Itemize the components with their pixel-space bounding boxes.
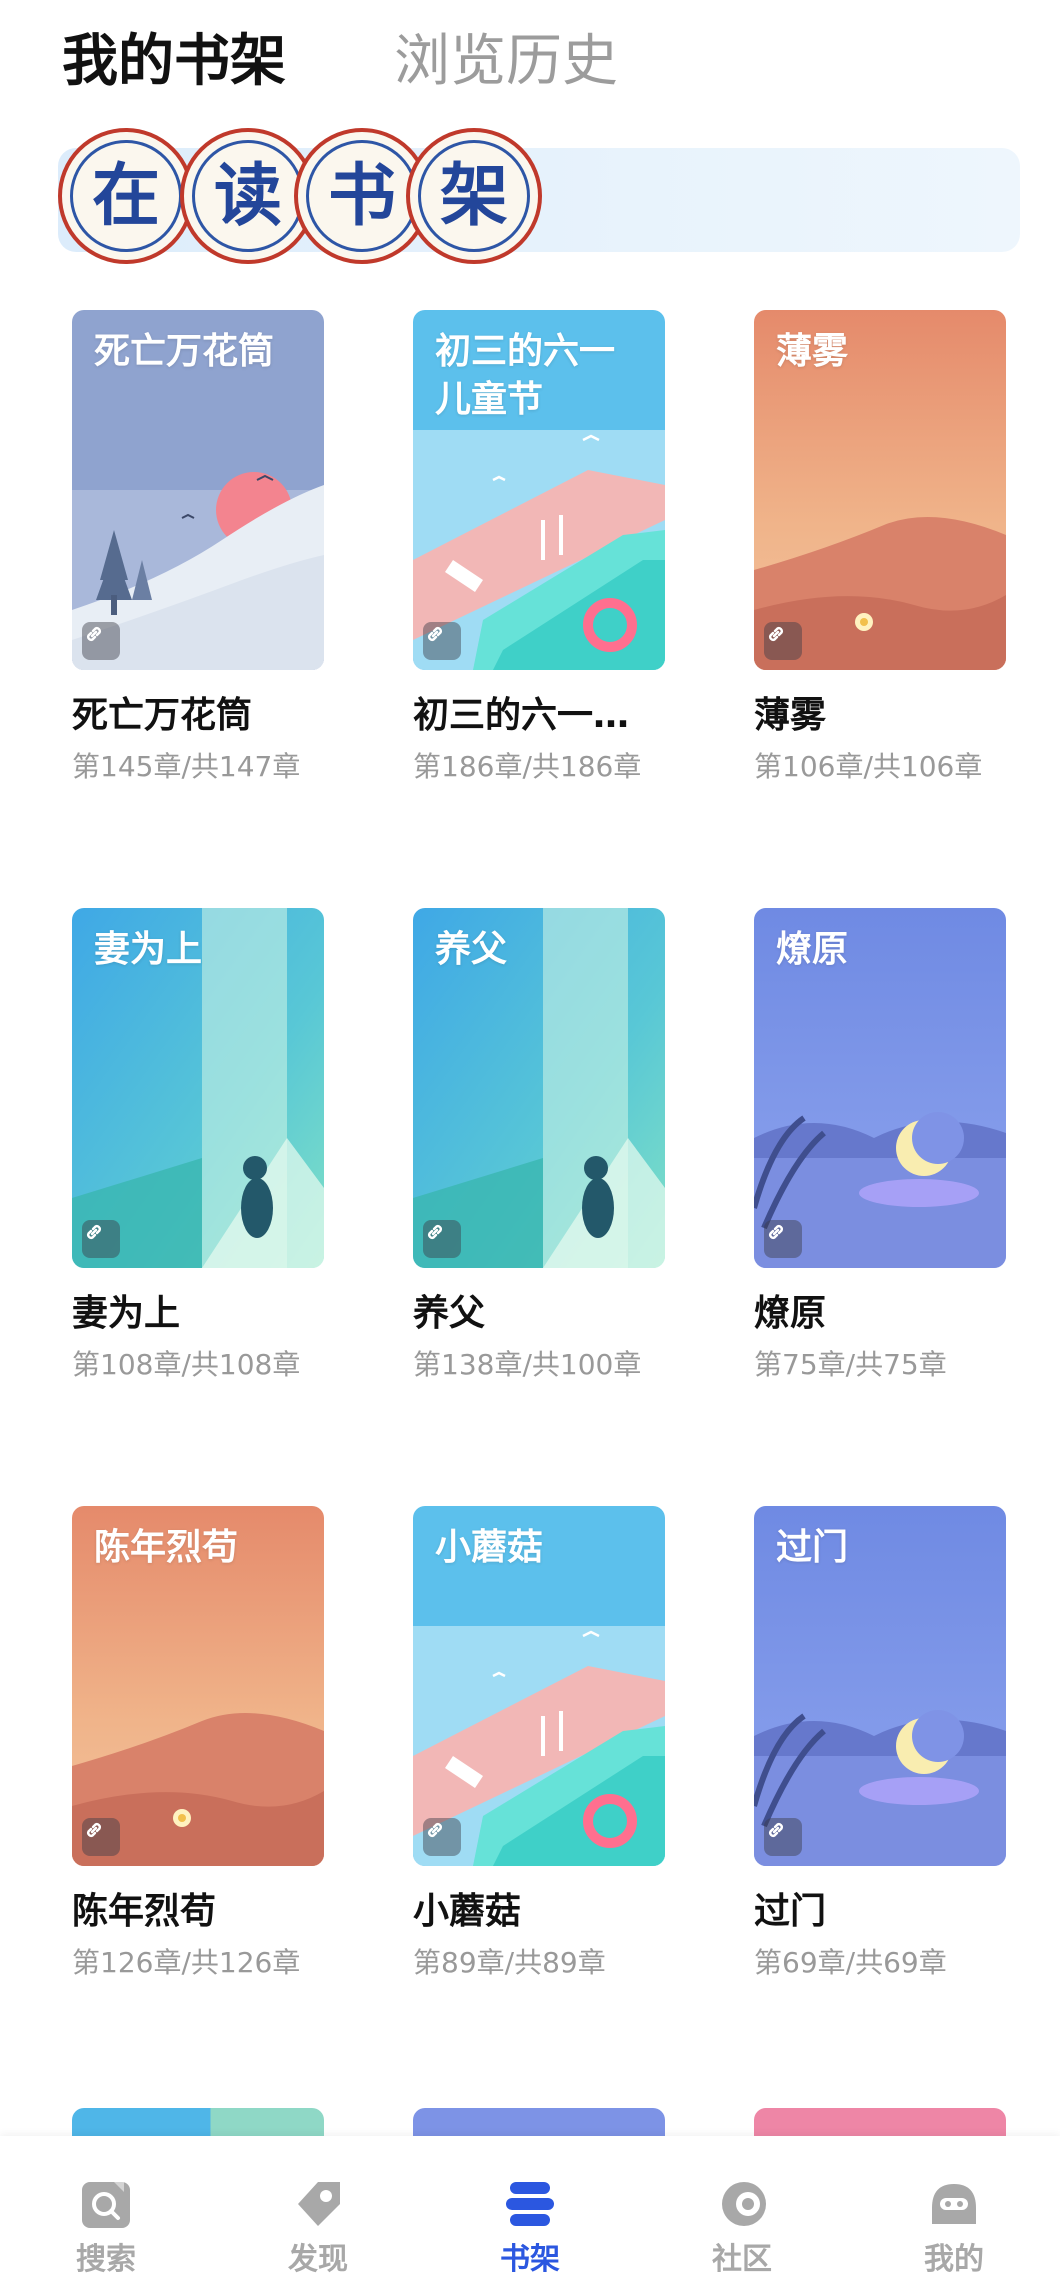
link-icon [82,1818,120,1856]
reading-progress: 第145章/共147章 [72,750,301,783]
book-title[interactable]: 陈年烈苟 [72,1888,324,1936]
book-card[interactable]: 过门 过门 第69章/共69章 [754,1506,1006,1982]
nav-bookshelf[interactable]: 书架 [424,2136,636,2286]
nav-label: 发现 [288,2242,348,2277]
book-title[interactable]: 过门 [754,1888,1006,1936]
stamp-char: 读 [192,140,304,252]
community-icon [722,2182,766,2226]
cover-title: 燎原 [776,929,849,970]
link-icon [423,622,461,660]
nav-label: 社区 [712,2242,772,2277]
book-title[interactable]: 妻为上 [72,1290,324,1338]
reading-progress: 第126章/共126章 [72,1946,301,1979]
tab-my-bookshelf[interactable]: 我的书架 [62,22,286,102]
book-cover[interactable]: 陈年烈苟 [72,1506,324,1866]
link-icon [82,622,120,660]
cover-title: 死亡万花筒 [94,331,275,372]
banner-stamp: 在 [58,128,194,264]
book-title[interactable]: 初三的六一… [413,692,665,740]
book-card[interactable]: 妻为上 妻为上 第108章/共108章 [72,908,324,1384]
stamp-char: 在 [70,140,182,252]
cover-title: 过门 [776,1527,849,1568]
reading-progress: 第106章/共106章 [754,750,983,783]
cover-title: 薄雾 [776,331,849,372]
book-title[interactable]: 死亡万花筒 [72,692,324,740]
book-cover[interactable]: 初三的六一儿童节 [413,310,665,670]
reading-progress: 第138章/共100章 [413,1348,642,1381]
nav-discover[interactable]: 发现 [212,2136,424,2286]
tab-browse-history[interactable]: 浏览历史 [394,22,618,102]
cover-title: 初三的六一儿童节 [435,331,616,420]
book-card[interactable]: 小蘑菇 小蘑菇 第89章/共89章 [413,1506,665,1982]
link-icon [423,1220,461,1258]
banner-stamp: 架 [406,128,542,264]
book-title[interactable]: 薄雾 [754,692,1006,740]
reading-progress: 第69章/共69章 [754,1946,947,1979]
book-title[interactable]: 燎原 [754,1290,1006,1338]
search-icon [82,2182,130,2228]
bottom-navigation: 搜索 发现 书架 社区 我的 [0,2136,1060,2286]
link-icon [764,1220,802,1258]
reading-progress: 第75章/共75章 [754,1348,947,1381]
book-cover[interactable]: 妻为上 [72,908,324,1268]
nav-search[interactable]: 搜索 [0,2136,212,2286]
link-icon [764,622,802,660]
book-cover[interactable]: 薄雾 [754,310,1006,670]
reading-progress: 第89章/共89章 [413,1946,606,1979]
link-icon [82,1220,120,1258]
cover-title: 小蘑菇 [435,1527,544,1568]
nav-profile[interactable]: 我的 [848,2136,1060,2286]
nav-community[interactable]: 社区 [636,2136,848,2286]
reading-progress: 第108章/共108章 [72,1348,301,1381]
book-cover[interactable]: 小蘑菇 [413,1506,665,1866]
cover-title: 妻为上 [94,929,203,970]
link-icon [764,1818,802,1856]
book-card[interactable]: 燎原 燎原 第75章/共75章 [754,908,1006,1384]
stamp-char: 书 [306,140,418,252]
book-title[interactable]: 养父 [413,1290,665,1338]
bookshelf-icon [506,2182,554,2226]
nav-label: 书架 [500,2242,560,2277]
book-cover[interactable]: 过门 [754,1506,1006,1866]
nav-label: 我的 [924,2242,984,2277]
nav-label: 搜索 [76,2242,136,2277]
book-cover[interactable]: 死亡万花筒 [72,310,324,670]
reading-progress: 第186章/共186章 [413,750,642,783]
book-card[interactable]: 陈年烈苟 陈年烈苟 第126章/共126章 [72,1506,324,1982]
link-icon [423,1818,461,1856]
book-title[interactable]: 小蘑菇 [413,1888,665,1936]
book-card[interactable]: 初三的六一儿童节 初三的六一… 第186章/共186章 [413,310,665,786]
book-cover[interactable]: 养父 [413,908,665,1268]
book-card[interactable]: 薄雾 薄雾 第106章/共106章 [754,310,1006,786]
book-card[interactable]: 养父 养父 第138章/共100章 [413,908,665,1384]
book-cover[interactable]: 燎原 [754,908,1006,1268]
book-card[interactable]: 死亡万花筒 死亡万花筒 第145章/共147章 [72,310,324,786]
cover-title: 养父 [435,929,508,970]
discover-tag-icon [298,2182,340,2226]
stamp-char: 架 [418,140,530,252]
profile-icon [932,2184,976,2224]
cover-title: 陈年烈苟 [94,1527,239,1568]
